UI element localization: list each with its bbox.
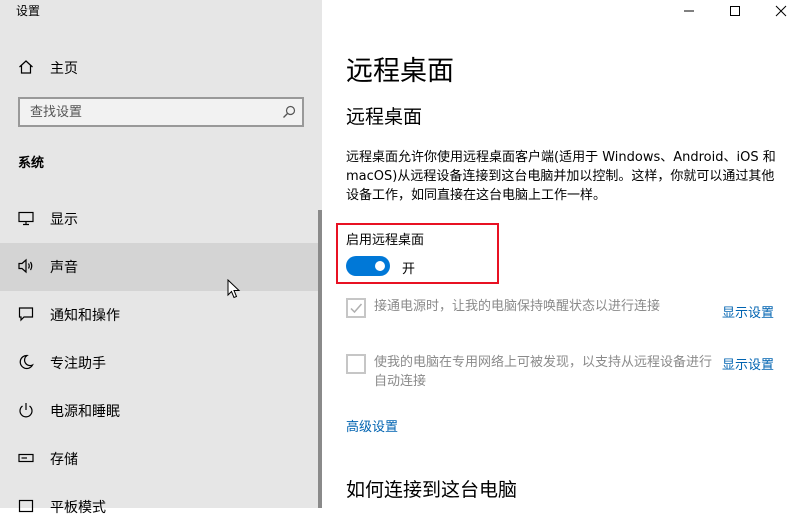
advanced-settings-link[interactable]: 高级设置 (346, 416, 398, 435)
maximize-icon (730, 6, 740, 16)
window-title: 设置 (16, 4, 41, 18)
sidebar-item-label: 通知和操作 (50, 308, 120, 324)
sidebar-item-label: 存储 (50, 452, 78, 468)
speaker-icon (18, 258, 33, 274)
moon-icon (19, 354, 34, 370)
settings-window: 设置 主页 系统 显示 (0, 0, 806, 516)
sidebar: 设置 主页 系统 显示 (0, 0, 322, 516)
checkmark-icon (350, 303, 363, 314)
search-icon (283, 105, 296, 118)
remote-desktop-toggle[interactable] (346, 256, 390, 276)
storage-icon (18, 453, 34, 463)
sidebar-item-display[interactable]: 显示 (0, 195, 318, 243)
close-button[interactable] (758, 0, 804, 22)
section-title: 远程桌面 (346, 106, 423, 128)
monitor-icon (18, 211, 34, 226)
sidebar-item-notifications[interactable]: 通知和操作 (0, 291, 318, 339)
sidebar-item-label: 平板模式 (50, 500, 106, 516)
keep-awake-text: 接通电源时，让我的电脑保持唤醒状态以进行连接 (374, 299, 661, 314)
discoverable-text: 使我的电脑在专用网络上可被发现，以支持从远程设备进行自动连接 (374, 355, 713, 389)
description-text: 远程桌面允许你使用远程桌面客户端(适用于 Windows、Android、iOS… (346, 150, 776, 203)
sidebar-item-focus-assist[interactable]: 专注助手 (0, 339, 318, 387)
toggle-state-label: 开 (402, 262, 416, 277)
sidebar-item-power-sleep[interactable]: 电源和睡眠 (0, 387, 318, 435)
sidebar-nav: 显示 声音 通知和操作 专注助手 电源和睡眠 存储 平板模式 (0, 195, 322, 531)
sidebar-item-label: 声音 (50, 260, 78, 276)
maximize-button[interactable] (712, 0, 758, 22)
sidebar-item-label: 专注助手 (50, 356, 106, 372)
page-title: 远程桌面 (346, 56, 454, 87)
sidebar-item-label: 电源和睡眠 (50, 404, 120, 420)
sidebar-item-sound[interactable]: 声音 (0, 243, 318, 291)
tablet-icon (18, 499, 34, 513)
close-icon (775, 5, 787, 17)
sidebar-item-label: 显示 (50, 212, 78, 228)
notification-icon (18, 307, 34, 322)
sidebar-section-title: 系统 (18, 156, 45, 171)
toggle-knob (375, 261, 385, 271)
mouse-cursor-icon (227, 279, 241, 299)
minimize-button[interactable] (666, 0, 712, 22)
main-content: 远程桌面 远程桌面 远程桌面允许你使用远程桌面客户端(适用于 Windows、A… (322, 0, 806, 508)
sidebar-item-storage[interactable]: 存储 (0, 435, 318, 483)
power-icon (19, 403, 33, 418)
search-box[interactable] (18, 97, 304, 127)
enable-remote-desktop-label: 启用远程桌面 (346, 233, 425, 248)
power-settings-link[interactable]: 显示设置 (722, 302, 774, 321)
search-input[interactable] (20, 99, 270, 125)
minimize-icon (684, 10, 694, 12)
sidebar-item-tablet-mode[interactable]: 平板模式 (0, 483, 318, 531)
keep-awake-checkbox[interactable] (346, 298, 366, 318)
sidebar-home[interactable]: 主页 (0, 50, 322, 84)
discoverable-checkbox[interactable] (346, 354, 366, 374)
how-to-connect-heading: 如何连接到这台电脑 (346, 479, 518, 501)
network-settings-link[interactable]: 显示设置 (722, 354, 774, 373)
home-icon (19, 60, 33, 74)
home-label: 主页 (50, 61, 78, 77)
